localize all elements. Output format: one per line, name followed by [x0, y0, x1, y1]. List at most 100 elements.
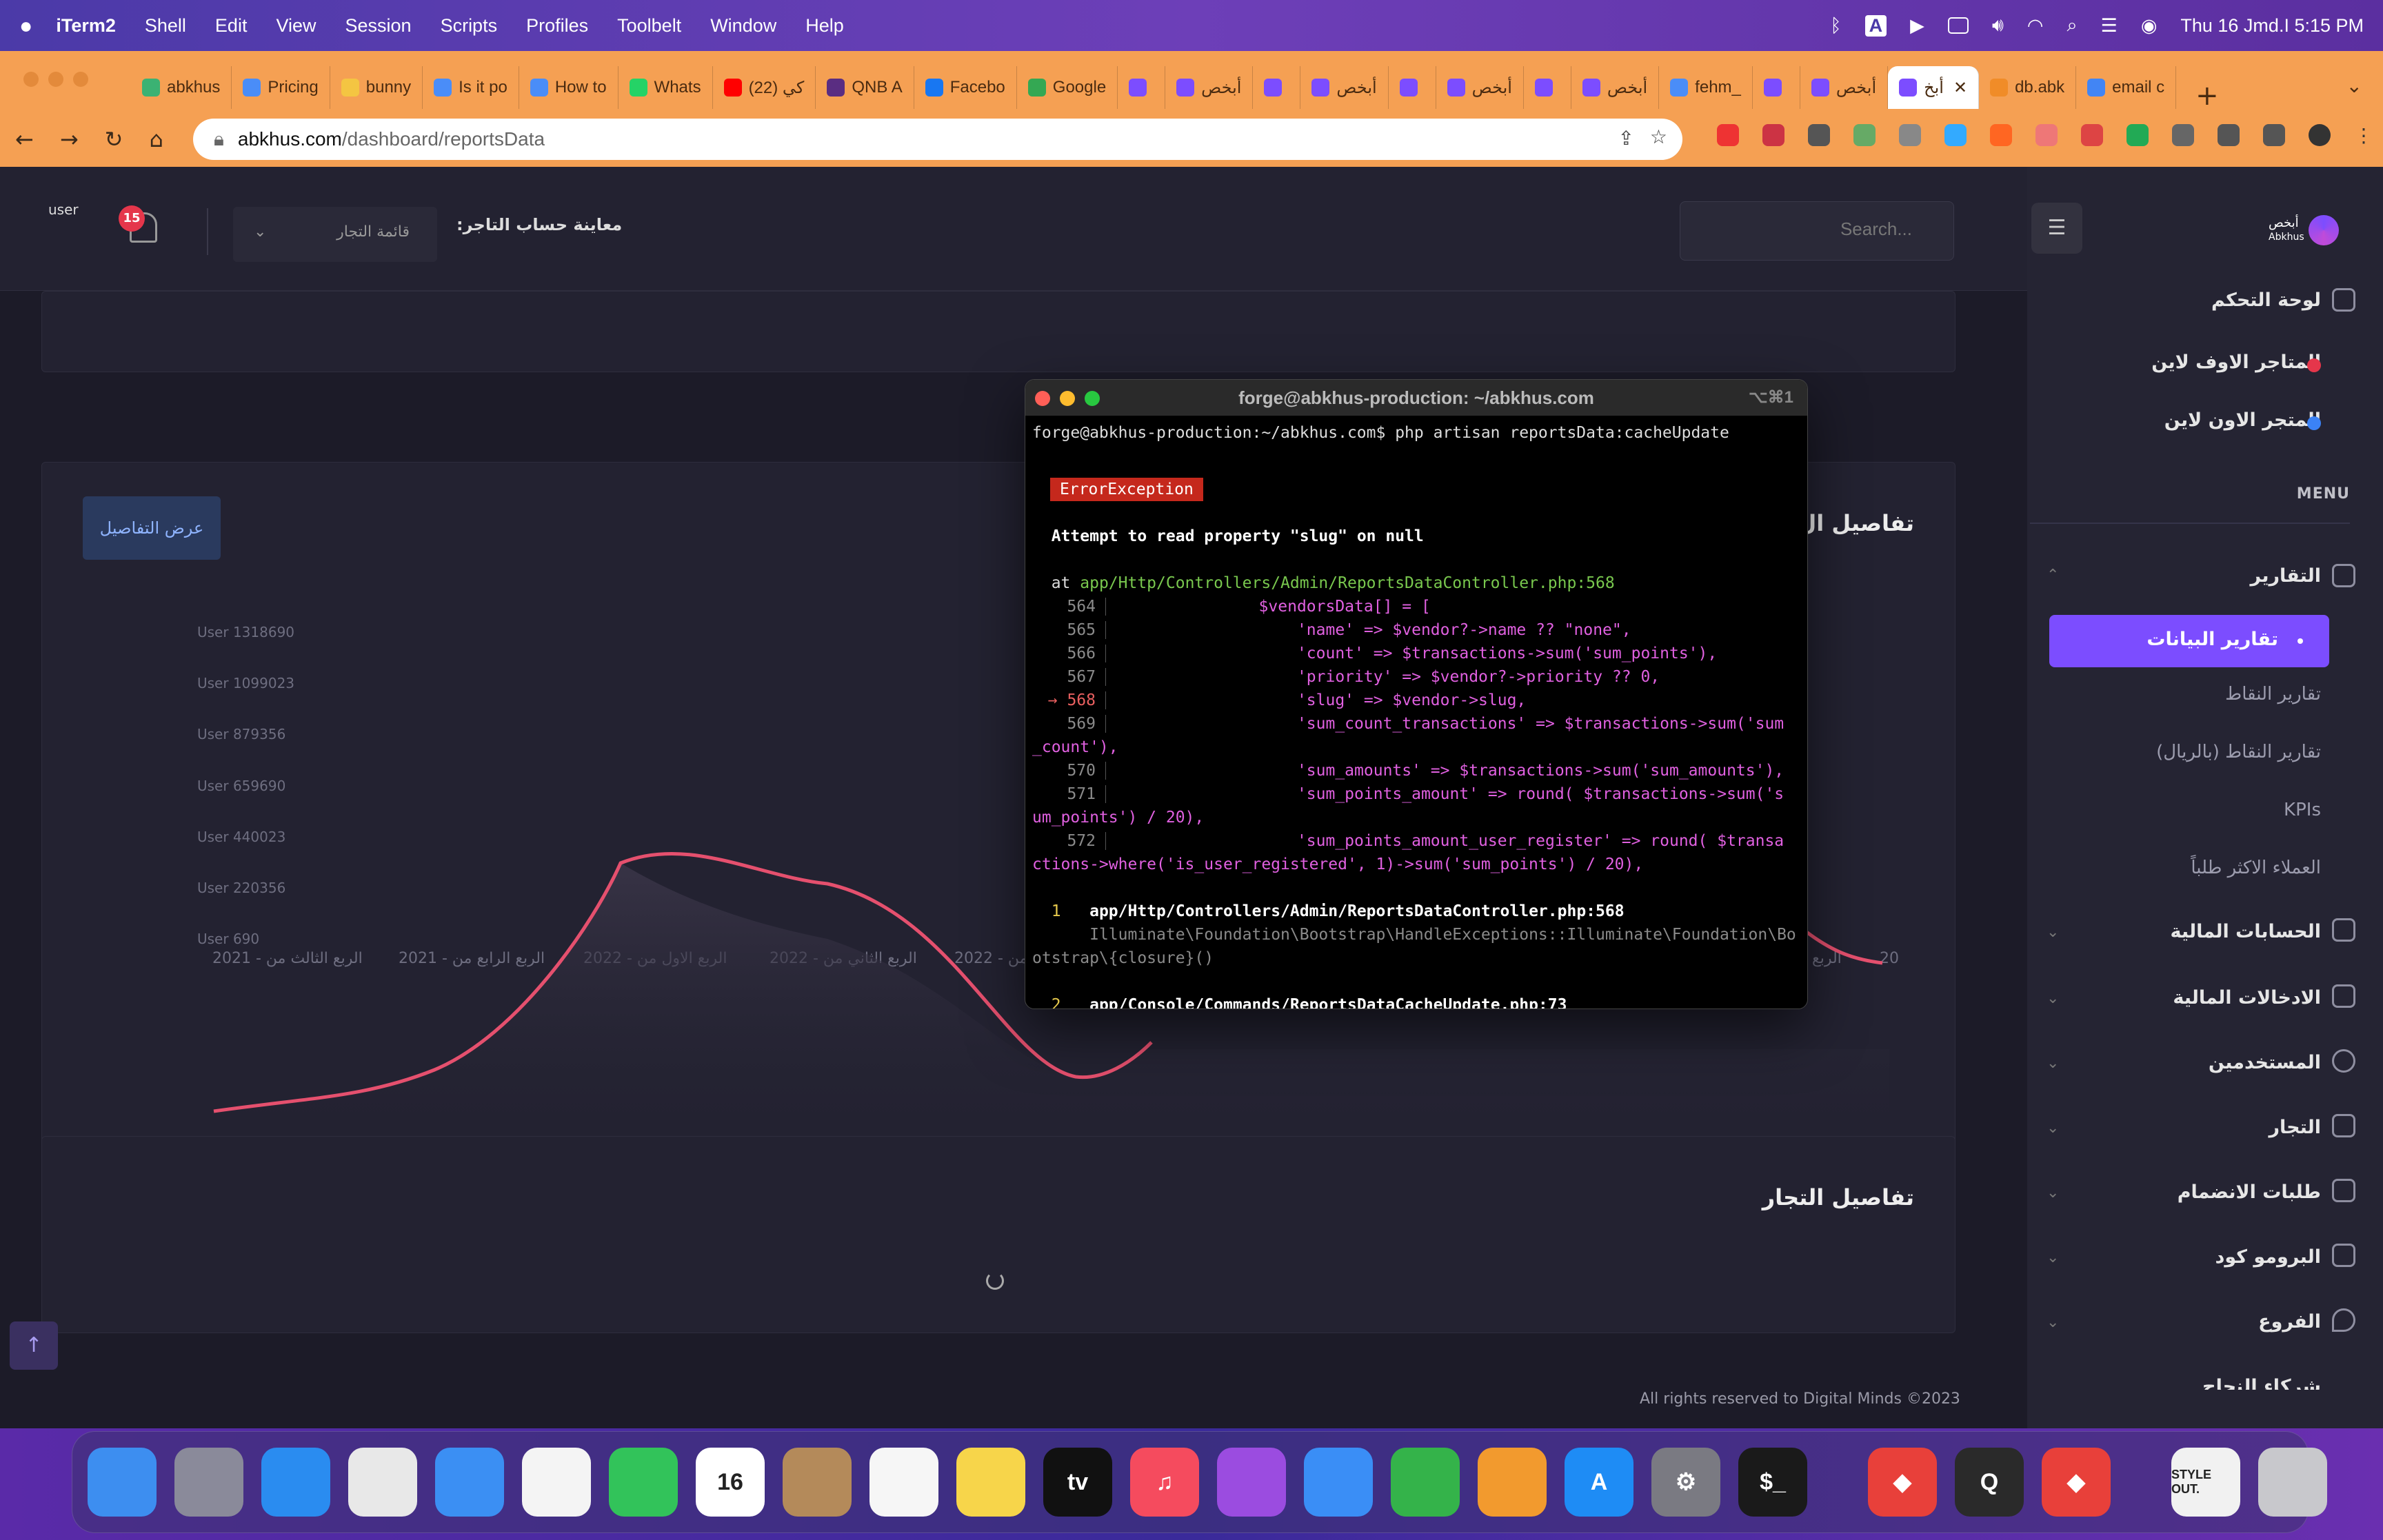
- terminal-output[interactable]: forge@abkhus-production:~/abkhus.com$ ph…: [1025, 416, 1807, 1009]
- menu-session[interactable]: Session: [345, 15, 412, 37]
- bookmark-star-icon[interactable]: ☆: [1650, 125, 1667, 148]
- browser-tab[interactable]: Facebo: [914, 66, 1017, 109]
- address-bar[interactable]: 🔒︎ abkhus.com/dashboard/reportsData ⇪ ☆: [193, 119, 1682, 160]
- menu-shell[interactable]: Shell: [145, 15, 186, 37]
- merchant-select[interactable]: ⌄ قائمة التجار: [233, 207, 437, 262]
- new-tab-button[interactable]: +: [2195, 80, 2219, 112]
- browser-tab[interactable]: أبخص: [1300, 66, 1389, 109]
- chevron-down-icon[interactable]: ⌄: [2047, 990, 2059, 1007]
- sidebar-item-offline-stores[interactable]: المتاجر الاوف لاين: [2151, 352, 2321, 373]
- zoom-window-icon[interactable]: [73, 72, 88, 87]
- battery-icon[interactable]: [1947, 17, 1969, 34]
- scroll-to-top-button[interactable]: ↑: [10, 1321, 58, 1370]
- browser-tab[interactable]: How to: [519, 66, 619, 109]
- more-menu-icon[interactable]: ⋮: [2354, 124, 2376, 147]
- wifi-icon[interactable]: ◠: [2027, 15, 2044, 37]
- sidebar-subitem-points-reports[interactable]: تقارير النقاط: [2225, 684, 2321, 705]
- browser-tab[interactable]: Pricing: [232, 66, 330, 109]
- sidebar-item-partners[interactable]: شركاء النجاح: [2202, 1376, 2321, 1390]
- dock-system-settings-icon[interactable]: ⚙: [1651, 1448, 1720, 1517]
- browser-tab[interactable]: أبخص: [1165, 66, 1254, 109]
- dock-app-store-icon[interactable]: A: [1565, 1448, 1633, 1517]
- opera-extension-icon[interactable]: [1717, 124, 1739, 146]
- user-name[interactable]: user: [48, 201, 79, 218]
- dock-facetime-icon[interactable]: [609, 1448, 678, 1517]
- chevron-down-icon[interactable]: ⌄: [2047, 1119, 2059, 1137]
- sidebar-item-promo-code[interactable]: البرومو كود: [2215, 1246, 2321, 1268]
- browser-tab[interactable]: أبخص: [1571, 66, 1660, 109]
- control-center-icon[interactable]: ☰: [2101, 15, 2118, 37]
- browser-tab[interactable]: [1389, 66, 1436, 109]
- siri-icon[interactable]: ◉: [2141, 15, 2158, 37]
- browser-tab-active[interactable]: أبخ ✕: [1888, 66, 1980, 109]
- abkhus-logo[interactable]: أبخص Abkhus: [2269, 212, 2351, 248]
- dock-music-icon[interactable]: ♫: [1130, 1448, 1199, 1517]
- dock-safari-icon[interactable]: [261, 1448, 330, 1517]
- menu-help[interactable]: Help: [805, 15, 844, 37]
- image-extension-icon[interactable]: [1853, 124, 1876, 146]
- browser-tab[interactable]: email c: [2076, 66, 2177, 109]
- dock-keynote-icon[interactable]: [1304, 1448, 1373, 1517]
- dock-calendar-icon[interactable]: 16: [696, 1448, 765, 1517]
- dock-trash-icon[interactable]: [2258, 1448, 2327, 1517]
- sidebar-toggle-icon[interactable]: [2263, 124, 2285, 146]
- menubar-clock[interactable]: Thu 16 Jmd.I 5:15 PM: [2180, 15, 2364, 37]
- browser-tab[interactable]: fehm_: [1659, 66, 1753, 109]
- dock-launchpad-icon[interactable]: [174, 1448, 243, 1517]
- dock-podcasts-icon[interactable]: [1217, 1448, 1286, 1517]
- menu-profiles[interactable]: Profiles: [526, 15, 588, 37]
- sidebar-item-dashboard[interactable]: لوحة التحكم: [2211, 290, 2321, 311]
- sidebar-item-reports[interactable]: التقارير: [2251, 565, 2321, 587]
- browser-tab[interactable]: Whats: [619, 66, 713, 109]
- vpn-extension-icon[interactable]: [2035, 124, 2058, 146]
- download-icon[interactable]: [2218, 124, 2240, 146]
- chevron-down-icon[interactable]: ⌄: [2047, 1184, 2059, 1202]
- back-icon[interactable]: ←: [15, 126, 34, 152]
- chevron-down-icon[interactable]: ⌄: [2047, 924, 2059, 941]
- screen-extension-icon[interactable]: [1944, 124, 1967, 146]
- reload-icon[interactable]: ↻: [105, 126, 123, 152]
- browser-tab[interactable]: [1253, 66, 1301, 109]
- color-extension-icon[interactable]: [1762, 124, 1784, 146]
- sidebar-item-financial-accounts[interactable]: الحسابات المالية: [2171, 921, 2321, 942]
- dock-pages-icon[interactable]: [1478, 1448, 1547, 1517]
- dock-terminal-icon[interactable]: $_: [1738, 1448, 1807, 1517]
- vue-extension-icon[interactable]: [2126, 124, 2149, 146]
- browser-tab[interactable]: أبخص: [1436, 66, 1524, 109]
- code-extension-icon[interactable]: [1808, 124, 1830, 146]
- sidebar-item-branches[interactable]: الفروع: [2258, 1311, 2321, 1333]
- chevron-down-icon[interactable]: ⌄: [2047, 1314, 2059, 1331]
- close-window-icon[interactable]: [23, 72, 39, 87]
- browser-tab[interactable]: Is it po: [423, 66, 519, 109]
- browser-tab[interactable]: db.abk: [1979, 66, 2077, 109]
- browser-tab[interactable]: bunny: [330, 66, 423, 109]
- menu-toolbelt[interactable]: Toolbelt: [617, 15, 681, 37]
- fox-extension-icon[interactable]: [1990, 124, 2012, 146]
- terminal-minimize-icon[interactable]: [1060, 391, 1075, 406]
- chevron-down-icon[interactable]: ⌄: [2047, 1055, 2059, 1072]
- browser-tab[interactable]: [1524, 66, 1571, 109]
- sidebar-subitem-points-riyal-reports[interactable]: تقارير النقاط (بالريال): [2156, 742, 2321, 762]
- dock-mail-icon[interactable]: [435, 1448, 504, 1517]
- browser-tab[interactable]: abkhus: [131, 66, 232, 109]
- hamburger-menu-icon[interactable]: ☰: [2031, 203, 2082, 254]
- terminal-window[interactable]: forge@abkhus-production: ~/abkhus.com ⌥⌘…: [1025, 379, 1808, 1009]
- shield-extension-icon[interactable]: [2081, 124, 2103, 146]
- chevron-up-icon[interactable]: ⌃: [2047, 567, 2059, 584]
- menu-edit[interactable]: Edit: [215, 15, 248, 37]
- dock-numbers-icon[interactable]: [1391, 1448, 1460, 1517]
- browser-tab[interactable]: [1753, 66, 1800, 109]
- input-source-icon[interactable]: A: [1864, 14, 1887, 37]
- home-icon[interactable]: ⌂: [149, 126, 163, 152]
- chevron-down-icon[interactable]: ⌄: [2047, 1249, 2059, 1266]
- sidebar-item-online-store[interactable]: المتجر الاون لاين: [2164, 409, 2321, 431]
- dock-finder-icon[interactable]: [88, 1448, 157, 1517]
- dock-chrome-icon[interactable]: [348, 1448, 417, 1517]
- sidebar-subitem-top-customers[interactable]: العملاء الاكثر طلباً: [2191, 858, 2321, 878]
- bluetooth-icon[interactable]: ᛒ: [1830, 15, 1841, 37]
- sidebar-subitem-kpis[interactable]: KPIs: [2284, 800, 2321, 820]
- sidebar-subitem-data-reports[interactable]: تقارير البيانات: [2049, 615, 2329, 667]
- close-tab-icon[interactable]: ✕: [1953, 78, 1967, 98]
- sidebar-item-join-requests[interactable]: طلبات الانضمام: [2178, 1182, 2321, 1203]
- browser-tab[interactable]: (22) كي: [713, 66, 816, 109]
